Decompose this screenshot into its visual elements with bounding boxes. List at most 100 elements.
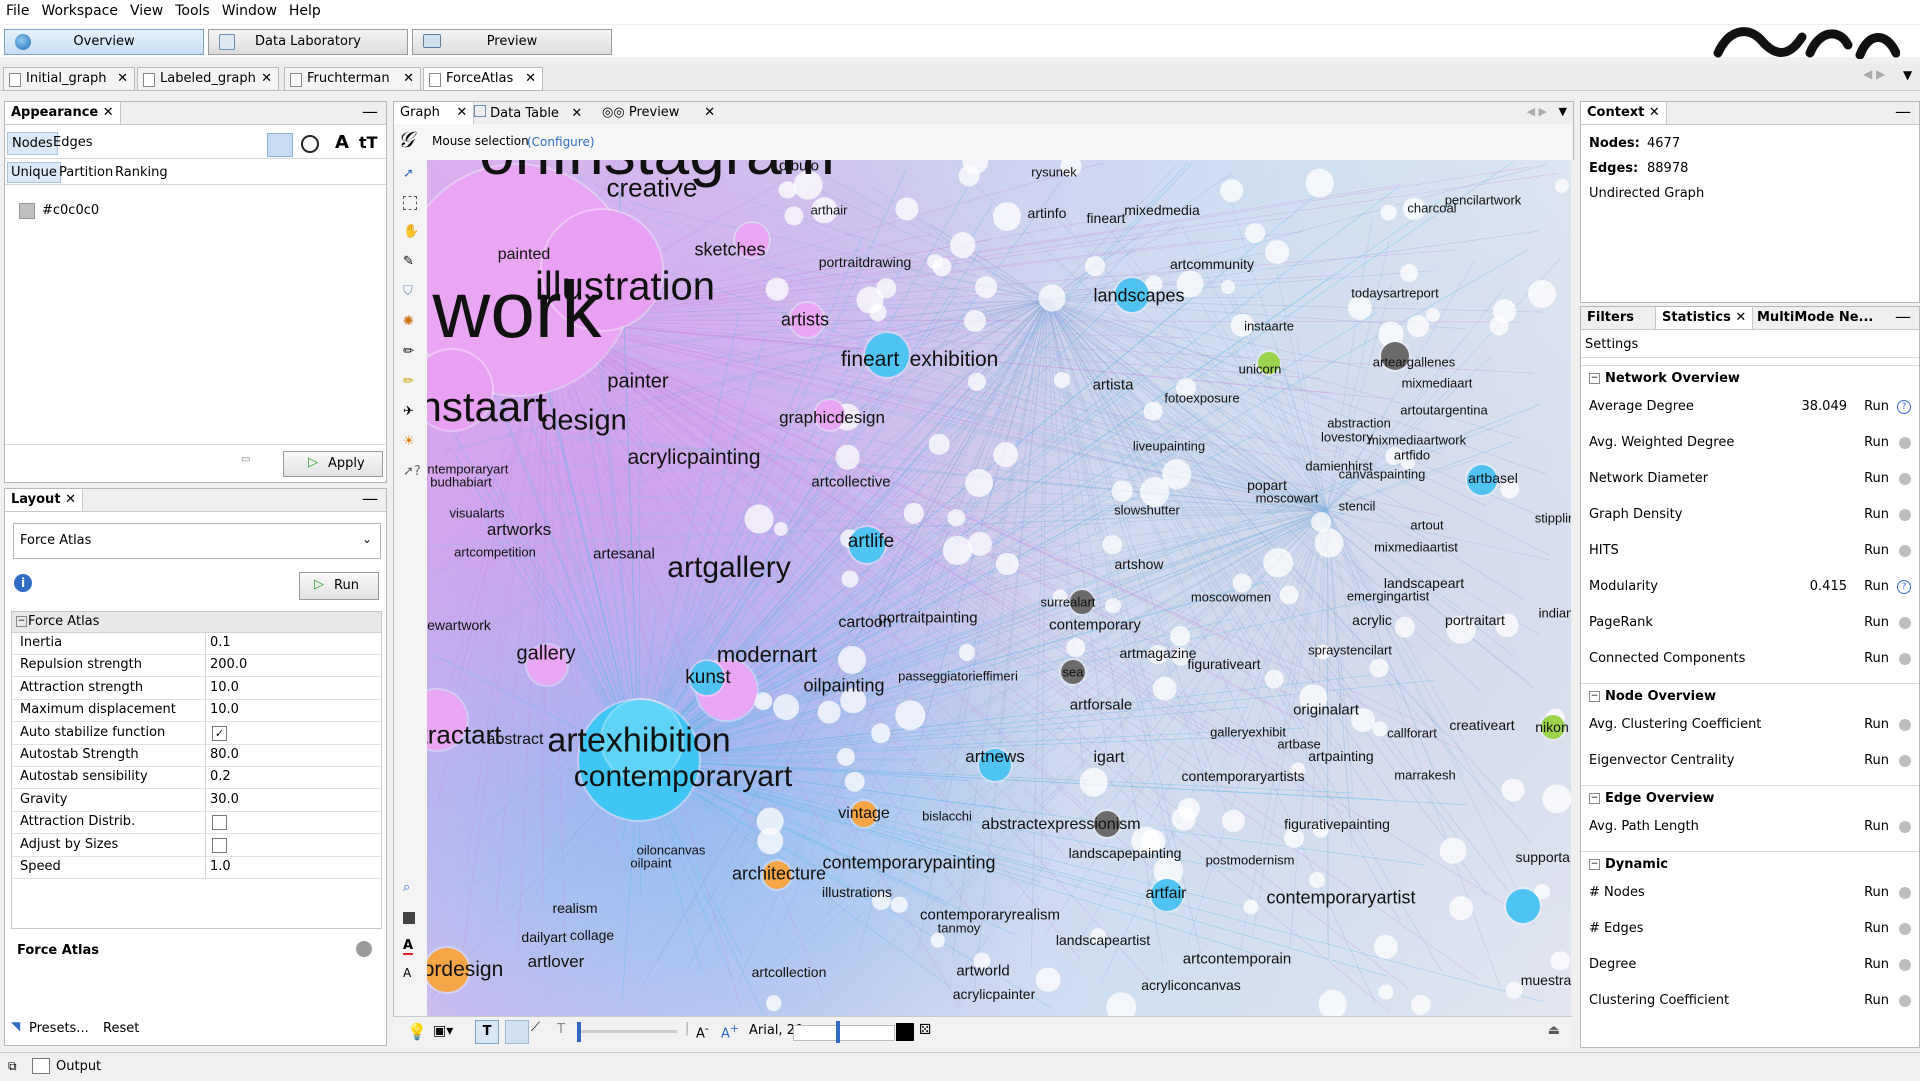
run-statistic-button[interactable]: Run <box>1864 753 1889 768</box>
node-label[interactable]: artista <box>1093 377 1134 394</box>
minimize-icon[interactable]: — <box>1895 307 1911 327</box>
node-label[interactable]: artnews <box>965 747 1025 767</box>
node-label[interactable]: illustrations <box>822 884 892 900</box>
edge-pencil-icon[interactable]: ✏ <box>403 374 414 389</box>
scroll-left-icon[interactable]: ◀ ▶ <box>1863 67 1885 81</box>
node-label[interactable]: gallery <box>517 643 576 666</box>
statistics-section-header[interactable]: −Node Overview <box>1581 683 1919 710</box>
graph-node[interactable] <box>996 553 1018 575</box>
graph-node[interactable] <box>1243 899 1258 914</box>
node-label[interactable]: sea <box>1063 665 1084 680</box>
node-label[interactable]: emergingartist <box>1347 589 1429 604</box>
node-label[interactable]: exhibition <box>910 348 999 372</box>
graph-node[interactable] <box>1311 512 1331 532</box>
graph-node[interactable] <box>1426 308 1440 322</box>
graph-node[interactable] <box>891 897 908 914</box>
edge-color-icon[interactable]: ⟋ <box>531 1020 553 1042</box>
node-label[interactable]: acryliconcanvas <box>1141 977 1241 993</box>
configure-link[interactable]: (Configure) <box>527 135 595 149</box>
reset-link[interactable]: Reset <box>103 1021 139 1036</box>
run-statistic-button[interactable]: Run <box>1864 543 1889 558</box>
graph-node[interactable] <box>1306 169 1335 198</box>
lightbulb-icon[interactable]: 💡 <box>407 1022 427 1041</box>
graph-node[interactable] <box>1394 617 1415 638</box>
expand-icon[interactable]: ⏏ <box>1548 1023 1560 1038</box>
node-label[interactable]: marrakesh <box>1394 768 1455 783</box>
node-label[interactable]: artists <box>781 310 829 331</box>
edges-tab[interactable]: Edges <box>53 135 93 150</box>
node-label[interactable]: fineart <box>841 348 899 372</box>
close-icon[interactable]: ✕ <box>261 68 272 90</box>
node-label[interactable]: portraitdrawing <box>819 254 912 270</box>
minimize-icon[interactable]: — <box>1895 102 1911 122</box>
show-labels-icon[interactable]: T <box>475 1020 499 1044</box>
apply-button[interactable]: ▷ Apply <box>283 451 383 477</box>
color-swatch[interactable] <box>19 203 35 219</box>
graph-node[interactable] <box>1265 240 1289 264</box>
node-label[interactable]: architecture <box>732 864 826 885</box>
graph-node[interactable] <box>1221 280 1235 294</box>
close-icon[interactable]: ✕ <box>103 105 114 120</box>
node-label[interactable]: creativeart <box>1449 717 1514 733</box>
node-label[interactable]: vintage <box>838 805 890 823</box>
graph-node[interactable] <box>1528 280 1556 308</box>
unique-tab[interactable]: Unique <box>7 162 61 183</box>
painter-icon[interactable]: ⛉ <box>403 284 413 299</box>
font-color-icon[interactable]: A <box>403 938 413 955</box>
graph-node[interactable] <box>1263 548 1293 578</box>
node-label[interactable]: acrylic <box>1352 612 1392 628</box>
presets-link[interactable]: Presets... <box>29 1021 89 1036</box>
graph-node[interactable] <box>1369 658 1388 677</box>
node-label[interactable]: canvaspainting <box>1339 467 1426 482</box>
node-label[interactable]: portraitart <box>1445 612 1505 628</box>
graph-node[interactable] <box>993 442 1019 468</box>
node-label[interactable]: unicorn <box>1239 362 1282 377</box>
run-statistic-button[interactable]: Run <box>1864 471 1889 486</box>
node-label[interactable]: artoutargentina <box>1400 403 1487 418</box>
graph-node[interactable] <box>1220 179 1244 203</box>
collapse-icon[interactable]: − <box>1589 691 1600 702</box>
property-row[interactable]: Attraction strength10.0 <box>12 677 381 700</box>
report-icon[interactable]: ? <box>1897 580 1911 594</box>
graph-node[interactable] <box>838 646 866 674</box>
screenshot-icon[interactable]: ▣▾ <box>433 1023 453 1039</box>
property-checkbox[interactable]: ✓ <box>212 726 227 741</box>
node-label[interactable]: landscapeartist <box>1056 932 1150 948</box>
menu-view[interactable]: View <box>124 0 169 19</box>
node-label[interactable]: artesanal <box>593 546 655 563</box>
node-label[interactable]: slowshutter <box>1114 503 1180 518</box>
layout-algorithm-select[interactable]: Force Atlas ⌄ <box>13 523 381 559</box>
node-label[interactable]: nikon <box>1535 719 1568 735</box>
node-label[interactable]: realism <box>552 900 597 916</box>
node-label[interactable]: fineart <box>1087 210 1126 226</box>
menu-tools[interactable]: Tools <box>169 0 216 19</box>
label-size-slider-thumb[interactable] <box>836 1021 840 1043</box>
minimize-icon[interactable]: — <box>362 489 378 509</box>
run-statistic-button[interactable]: Run <box>1864 993 1889 1008</box>
node-label[interactable]: igart <box>1093 749 1124 767</box>
settings-link[interactable]: Settings <box>1585 337 1638 352</box>
node-label[interactable]: abstract <box>487 731 544 749</box>
collapse-icon[interactable]: − <box>1589 859 1600 870</box>
restore-icon[interactable]: ⧉ <box>8 1059 17 1074</box>
node-label[interactable]: graphicdesign <box>779 408 885 428</box>
graph-node[interactable] <box>818 700 841 723</box>
graph-node[interactable] <box>1542 784 1571 813</box>
node-label[interactable]: liveupainting <box>1133 439 1205 454</box>
node-label[interactable]: contemporary <box>1049 617 1141 634</box>
graph-node[interactable] <box>1106 598 1122 614</box>
run-statistic-button[interactable]: Run <box>1864 507 1889 522</box>
label-color-icon[interactable]: A <box>335 132 349 153</box>
node-label[interactable]: collage <box>570 927 614 943</box>
property-checkbox[interactable] <box>212 815 227 830</box>
property-row[interactable]: Autostab sensibility0.2 <box>12 766 381 789</box>
menu-file[interactable]: File <box>0 0 35 19</box>
help-pointer-icon[interactable]: ➚? <box>403 464 421 479</box>
node-label[interactable]: acrylicpainting <box>627 446 760 470</box>
font-size-icon[interactable]: A <box>403 966 411 980</box>
run-statistic-button[interactable]: Run <box>1864 921 1889 936</box>
label-attributes-icon[interactable]: ⚄ <box>919 1022 931 1038</box>
run-statistic-button[interactable]: Run <box>1864 717 1889 732</box>
close-icon[interactable]: ✕ <box>65 492 76 507</box>
workspace-tab-labeled-graph[interactable]: Labeled_graph ✕ <box>137 67 279 91</box>
